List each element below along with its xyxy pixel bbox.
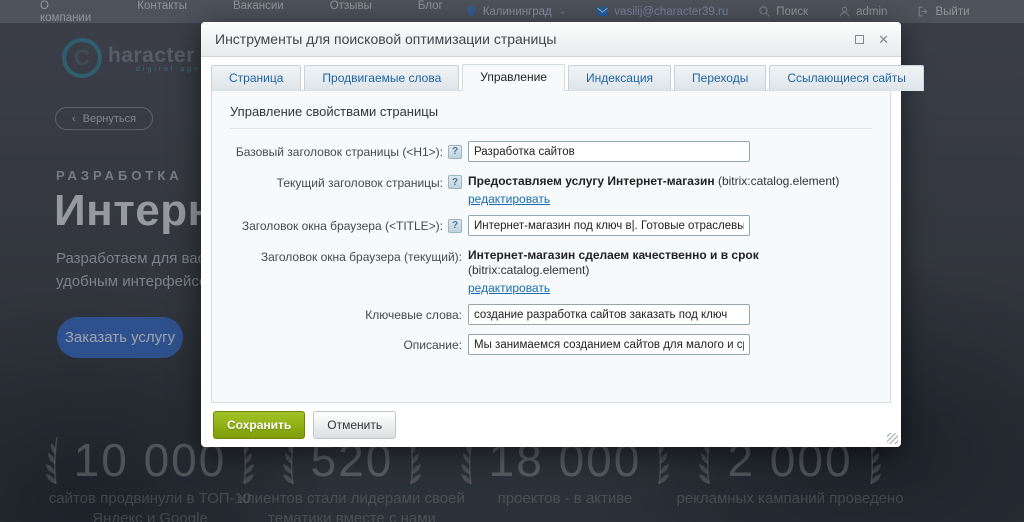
field-row-browser-title-current: Заголовок окна браузера (текущий): Интер…: [230, 245, 872, 295]
cancel-button[interactable]: Отменить: [313, 411, 397, 439]
field-label: Описание:: [403, 337, 462, 352]
maximize-icon[interactable]: [855, 34, 865, 44]
keywords-input[interactable]: [468, 304, 750, 325]
field-row-keywords: Ключевые слова:: [230, 304, 872, 325]
component-note: (bitrix:catalog.element): [717, 174, 840, 188]
field-row-current-title: Текущий заголовок страницы: ? Предоставл…: [230, 171, 872, 206]
component-note: (bitrix:catalog.element): [468, 263, 590, 277]
field-label: Заголовок окна браузера (<TITLE>):: [241, 218, 443, 233]
page: О компании Контакты Вакансии Отзывы Блог…: [0, 0, 1024, 522]
help-icon[interactable]: ?: [448, 144, 462, 159]
field-label: Текущий заголовок страницы:: [276, 176, 443, 190]
current-browser-title-value: Интернет-магазин сделаем качественно и в…: [468, 248, 759, 262]
help-icon[interactable]: ?: [448, 218, 462, 233]
help-icon[interactable]: ?: [448, 175, 462, 189]
current-title-value: Предоставляем услугу Интернет-магазин: [468, 174, 715, 188]
save-button[interactable]: Сохранить: [213, 411, 306, 439]
field-label: Базовый заголовок страницы (<H1>):: [235, 144, 443, 159]
tab-page[interactable]: Страница: [211, 65, 302, 91]
description-input[interactable]: [468, 334, 750, 355]
seo-tools-dialog: Инструменты для поисковой оптимизации ст…: [201, 22, 924, 447]
field-row-browser-title: Заголовок окна браузера (<TITLE>): ?: [230, 215, 872, 236]
field-label: Ключевые слова:: [365, 307, 462, 322]
tab-panel-management: Управление свойствами страницы Базовый з…: [211, 90, 891, 403]
tab-indexing[interactable]: Индексация: [567, 65, 672, 91]
browser-title-input[interactable]: [468, 215, 750, 236]
close-icon[interactable]: ✕: [878, 33, 889, 46]
tab-promoted-words[interactable]: Продвигаемые слова: [304, 65, 460, 91]
dialog-tabs: Страница Продвигаемые слова Управление И…: [201, 57, 924, 91]
section-title: Управление свойствами страницы: [230, 104, 439, 119]
tab-transitions[interactable]: Переходы: [674, 65, 767, 91]
edit-link[interactable]: редактировать: [468, 192, 550, 206]
h1-title-input[interactable]: [468, 141, 750, 162]
field-label: Заголовок окна браузера (текущий):: [260, 250, 462, 264]
dialog-footer: Сохранить Отменить: [201, 403, 901, 447]
edit-link[interactable]: редактировать: [468, 281, 550, 295]
tab-referring-sites[interactable]: Ссылающиеся сайты: [769, 65, 924, 91]
resize-grip[interactable]: [887, 433, 898, 444]
dialog-title: Инструменты для поисковой оптимизации ст…: [215, 31, 557, 47]
field-row-description: Описание:: [230, 334, 872, 355]
tab-management[interactable]: Управление: [462, 64, 565, 91]
divider: [230, 128, 872, 129]
dialog-titlebar: Инструменты для поисковой оптимизации ст…: [201, 22, 901, 57]
field-row-h1: Базовый заголовок страницы (<H1>): ?: [230, 141, 872, 162]
